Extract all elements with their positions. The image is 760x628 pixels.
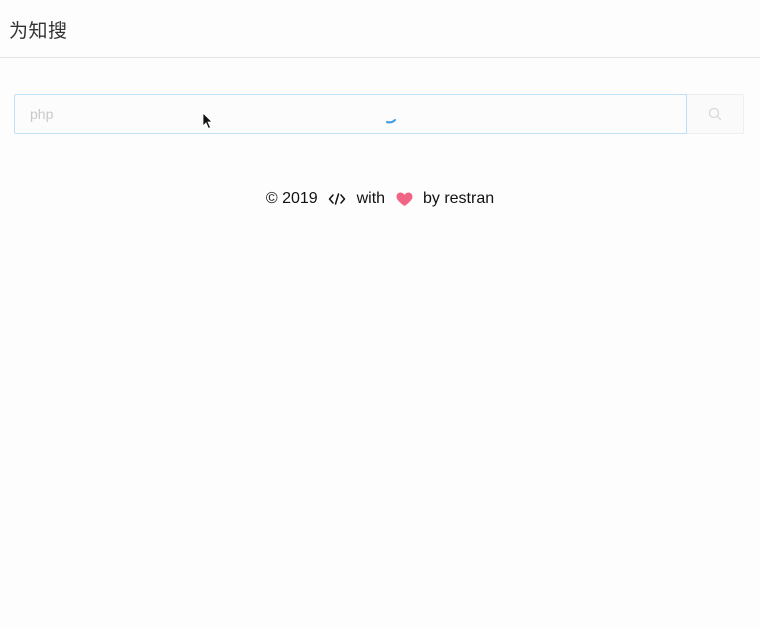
code-icon	[328, 193, 346, 205]
footer-with-text: with	[356, 190, 386, 207]
search-bar	[14, 94, 744, 134]
heart-icon	[396, 192, 413, 206]
top-header: 为知搜	[0, 0, 760, 58]
mouse-cursor-icon	[202, 112, 213, 130]
search-input[interactable]	[14, 94, 687, 134]
loading-spinner-icon	[386, 119, 396, 124]
footer-author[interactable]: by restran	[423, 190, 494, 207]
site-brand[interactable]: 为知搜	[9, 16, 68, 43]
search-icon	[708, 107, 722, 121]
search-button[interactable]	[687, 94, 744, 134]
footer-copyright: © 2019	[265, 190, 318, 207]
page-footer: © 2019 with by restran	[0, 190, 760, 208]
